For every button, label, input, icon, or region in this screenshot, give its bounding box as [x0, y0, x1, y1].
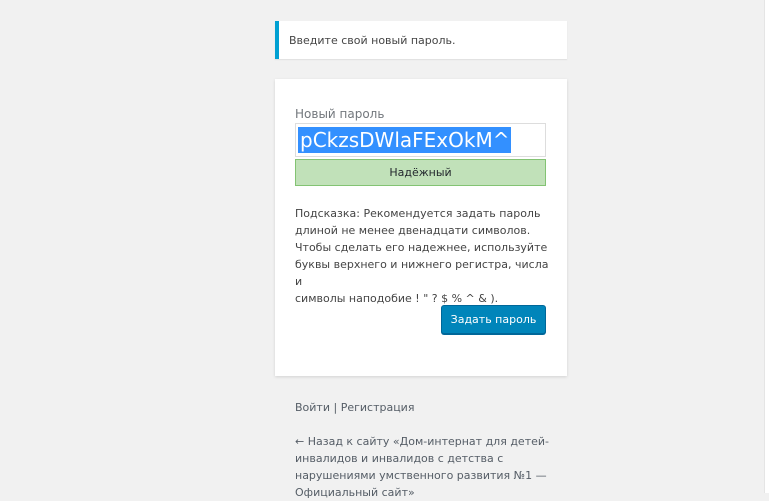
right-edge-panel	[764, 0, 769, 493]
login-link[interactable]: Войти	[295, 401, 330, 414]
hint-line: буквы верхнего и нижнего регистра, числа…	[295, 258, 549, 288]
backlink-line: ← Назад к сайту «Дом-интернат для детей-	[295, 435, 549, 448]
notice-message: Введите свой новый пароль.	[289, 33, 456, 47]
new-password-label: Новый пароль	[295, 107, 385, 121]
hint-line: длиной не менее двенадцати символов.	[295, 224, 531, 237]
backlink-line: нарушениями умственного развития №1 —	[295, 469, 547, 482]
new-password-value: pCkzsDWlaFExOkM^	[298, 127, 512, 153]
reset-password-form: Новый пароль pCkzsDWlaFExOkM^ Надёжный П…	[275, 79, 567, 376]
password-strength-label: Надёжный	[389, 166, 452, 179]
set-password-button[interactable]: Задать пароль	[441, 305, 546, 334]
new-password-input[interactable]: pCkzsDWlaFExOkM^	[295, 123, 546, 157]
password-hint: Подсказка: Рекомендуется задать пароль д…	[295, 205, 553, 307]
hint-line: Подсказка: Рекомендуется задать пароль	[295, 207, 541, 220]
hint-line: Чтобы сделать его надежнее, используйте	[295, 241, 548, 254]
password-strength-indicator: Надёжный	[295, 159, 546, 186]
backlink-line: инвалидов и инвалидов с детства с	[295, 452, 504, 465]
nav-separator: |	[329, 401, 341, 414]
notice-box: Введите свой новый пароль.	[275, 21, 567, 59]
register-link[interactable]: Регистрация	[341, 401, 415, 414]
back-to-site-link[interactable]: ← Назад к сайту «Дом-интернат для детей-…	[295, 433, 555, 501]
login-nav: Войти | Регистрация	[295, 401, 414, 414]
